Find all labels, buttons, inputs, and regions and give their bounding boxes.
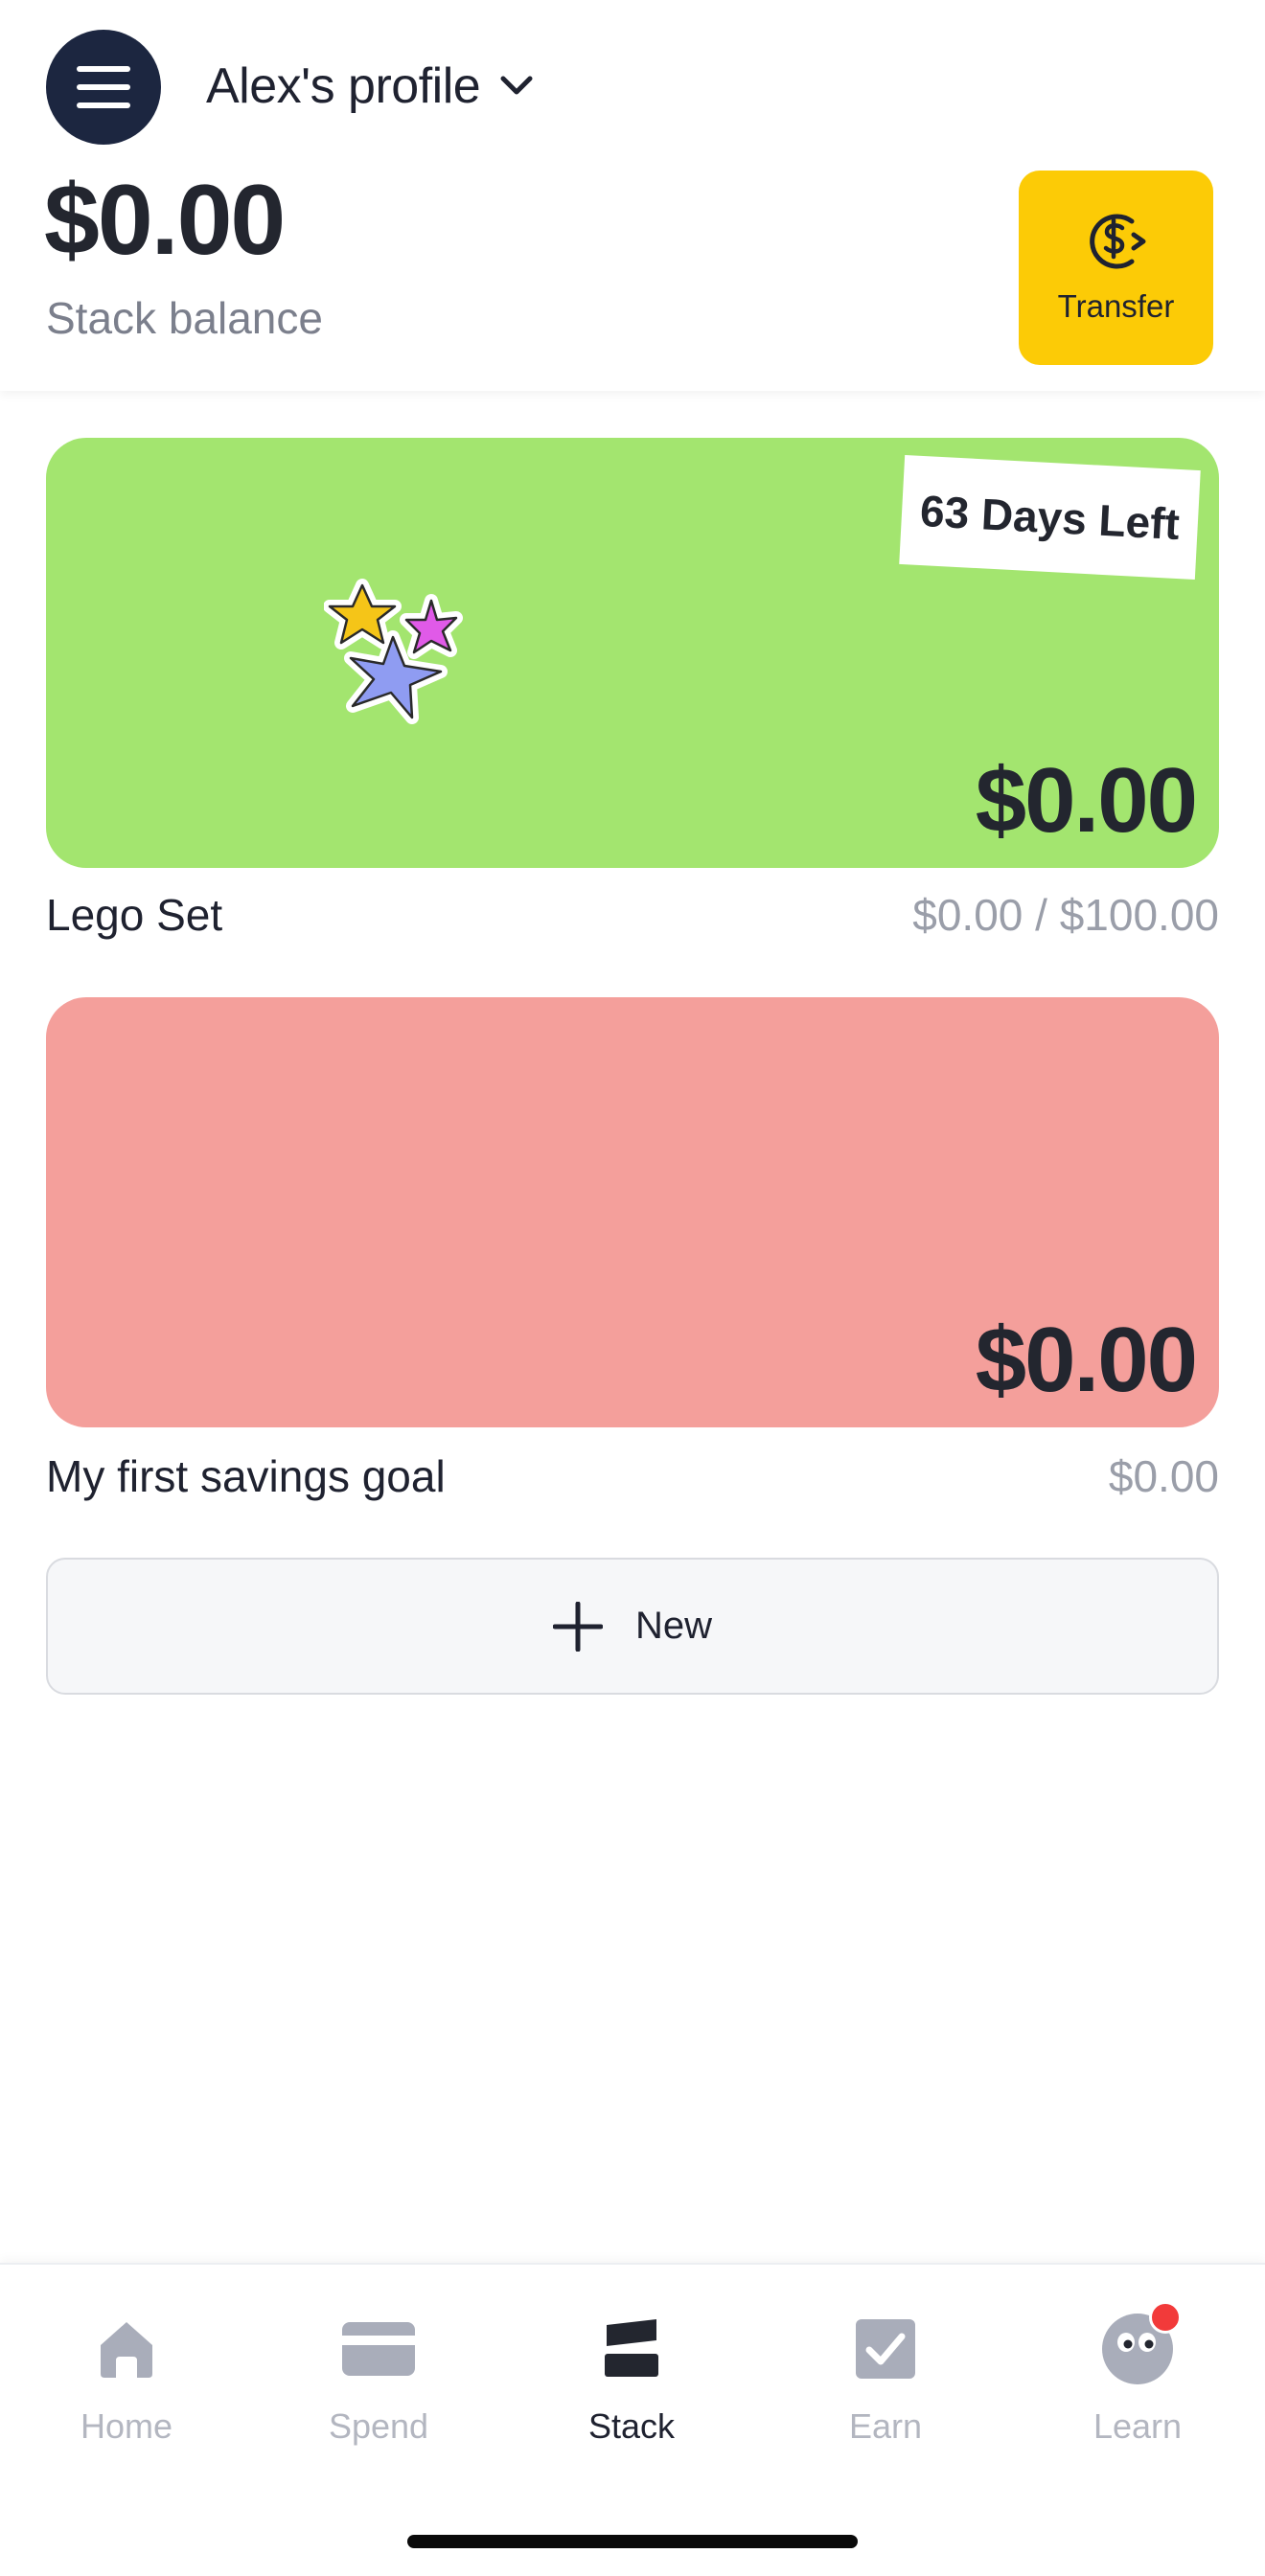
nav-label: Spend <box>328 2406 429 2446</box>
goal-name: My first savings goal <box>46 1451 446 1501</box>
stack-screen: Alex's profile $0.00 Stack balance Trans… <box>0 0 1265 2576</box>
stars-sticker-icon <box>324 579 463 724</box>
goal-card-lego-set[interactable]: 63 Days Left $0.00 <box>46 438 1219 868</box>
new-goal-button[interactable]: New <box>46 1558 1219 1695</box>
nav-item-spend[interactable]: Spend <box>283 2311 474 2454</box>
nav-label: Home <box>80 2406 173 2446</box>
transfer-dollar-icon <box>1089 214 1145 268</box>
goal-progress: $0.00 <box>1108 1451 1219 1501</box>
stack-balance-label: Stack balance <box>46 293 323 343</box>
nav-label: Stack <box>587 2406 676 2446</box>
nav-item-stack[interactable]: Stack <box>536 2311 727 2454</box>
notification-dot <box>1149 2301 1182 2334</box>
new-goal-label: New <box>634 1605 713 1647</box>
nav-label: Earn <box>848 2406 923 2446</box>
goal-card-my-first-savings-goal[interactable]: $0.00 <box>46 997 1219 1427</box>
goal-amount: $0.00 <box>975 749 1198 852</box>
chevron-down-icon <box>500 76 533 95</box>
stack-balance-amount: $0.00 <box>44 165 286 276</box>
bottom-nav: Home Spend Stack Earn Learn <box>0 2263 1265 2576</box>
nav-item-home[interactable]: Home <box>31 2311 222 2454</box>
home-icon <box>101 2322 152 2378</box>
hamburger-icon <box>77 66 130 108</box>
nav-label: Learn <box>1092 2406 1183 2446</box>
profile-name: Alex's profile <box>206 58 481 114</box>
home-indicator[interactable] <box>407 2535 858 2548</box>
header: Alex's profile $0.00 Stack balance Trans… <box>0 0 1265 391</box>
stack-icon <box>605 2319 658 2377</box>
transfer-label: Transfer <box>1057 287 1175 324</box>
days-left-tag: 63 Days Left <box>899 454 1201 581</box>
transfer-button[interactable]: Transfer <box>1019 171 1213 365</box>
nav-item-earn[interactable]: Earn <box>790 2311 981 2454</box>
goal-name: Lego Set <box>46 890 223 940</box>
checkbox-icon <box>856 2319 915 2379</box>
goal-progress: $0.00 / $100.00 <box>912 890 1219 940</box>
plus-icon <box>552 1601 603 1652</box>
menu-button[interactable] <box>46 30 161 145</box>
nav-item-learn[interactable]: Learn <box>1042 2301 1233 2454</box>
goal-amount: $0.00 <box>975 1309 1198 1411</box>
card-icon <box>342 2322 415 2376</box>
profile-selector[interactable]: Alex's profile <box>206 50 534 123</box>
